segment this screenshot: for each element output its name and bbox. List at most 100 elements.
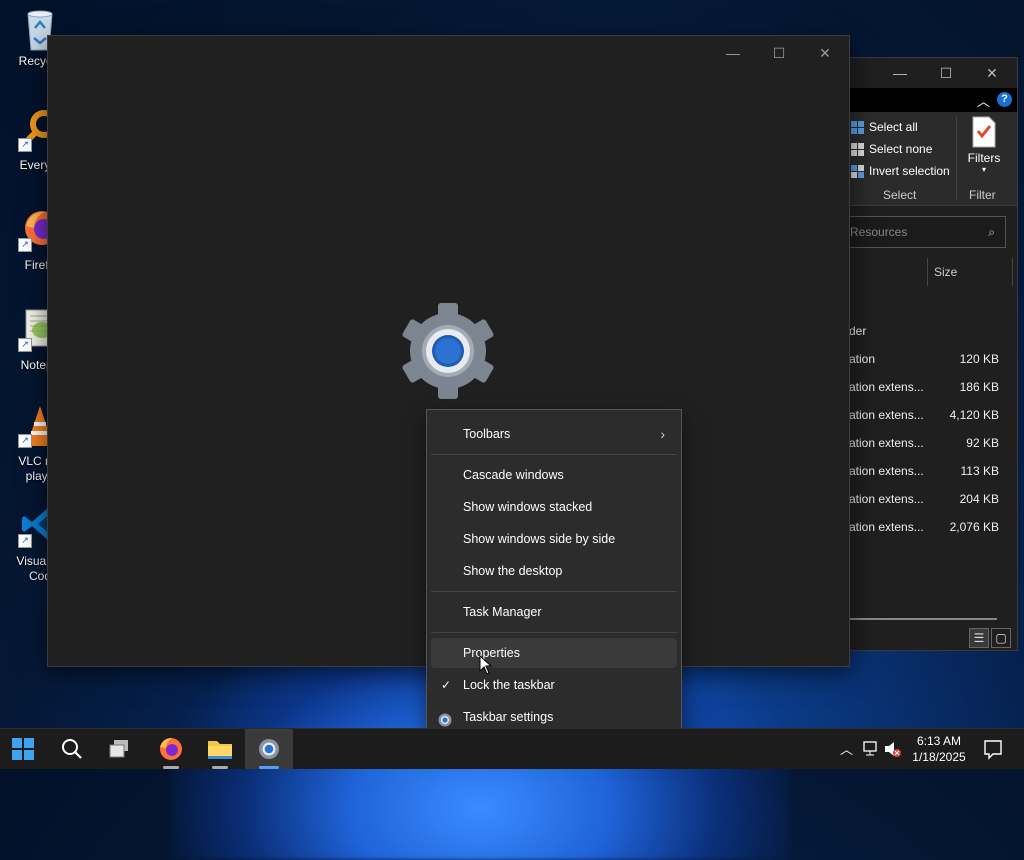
list-item[interactable]: ation extens... 4,120 KB [849, 401, 1009, 429]
close-button[interactable]: ✕ [802, 38, 848, 68]
column-header-size[interactable]: Size [927, 258, 1013, 286]
maximize-button[interactable]: ☐ [756, 38, 802, 68]
list-item[interactable]: ation extens... 204 KB [849, 485, 1009, 513]
menu-item-toolbars[interactable]: Toolbars › [431, 419, 677, 449]
windows-logo-icon [12, 738, 34, 760]
start-button[interactable] [0, 729, 48, 769]
dropdown-arrow-icon: ▾ [981, 165, 986, 174]
select-none-button[interactable]: Select none [849, 139, 932, 159]
select-all-label: Select all [869, 120, 918, 134]
invert-selection-label: Invert selection [869, 164, 950, 178]
minimize-button[interactable]: — [710, 38, 756, 68]
size-header-label: Size [934, 265, 958, 279]
clock-date: 1/18/2025 [912, 750, 966, 764]
menu-separator [431, 454, 677, 455]
menu-item-properties[interactable]: Properties [431, 638, 677, 668]
menu-item-label: Lock the taskbar [463, 678, 555, 692]
menu-item-lock-the-taskbar[interactable]: ✓ Lock the taskbar [431, 670, 677, 700]
volume-muted-icon[interactable] [882, 729, 904, 769]
clock[interactable]: 6:13 AM 1/18/2025 [905, 733, 973, 765]
list-item[interactable]: ation 120 KB [849, 345, 1009, 373]
chevron-up-icon[interactable]: ︿ [977, 91, 990, 110]
chevron-up-icon: ︿ [840, 742, 854, 757]
menu-item-show-windows-side-by-side[interactable]: Show windows side by side [431, 524, 677, 554]
file-size: 4,120 KB [949, 408, 999, 422]
menu-item-label: Cascade windows [463, 468, 564, 482]
settings-gear-icon [398, 303, 498, 399]
shortcut-arrow-icon: ↗ [18, 338, 32, 352]
help-icon[interactable]: ? [997, 92, 1012, 107]
ribbon-tab-bar: ︿ ? [849, 88, 1017, 112]
file-size: 113 KB [960, 464, 999, 478]
file-name: ation extens... [849, 492, 924, 506]
chevron-right-icon: › [660, 426, 665, 442]
file-explorer-window[interactable]: — ☐ ✕ ︿ ? Select all Select none Invert … [845, 57, 1018, 651]
menu-separator [431, 632, 677, 633]
menu-item-task-manager[interactable]: Task Manager [431, 597, 677, 627]
explorer-titlebar[interactable]: — ☐ ✕ [849, 58, 1017, 88]
menu-item-cascade-windows[interactable]: Cascade windows [431, 460, 677, 490]
menu-separator [431, 591, 677, 592]
file-name: ation extens... [849, 380, 924, 394]
invert-selection-icon [851, 165, 864, 178]
search-icon [62, 739, 82, 759]
ribbon: Select all Select none Invert selection … [849, 112, 1017, 206]
taskbar-firefox[interactable] [147, 729, 195, 769]
mouse-pointer-icon [479, 654, 493, 675]
select-all-button[interactable]: Select all [849, 117, 918, 137]
ribbon-group-select-label: Select [883, 188, 917, 202]
file-size: 2,076 KB [949, 520, 999, 534]
file-name: ation extens... [849, 408, 924, 422]
search-button[interactable] [48, 729, 96, 769]
network-icon[interactable] [860, 729, 882, 769]
notification-icon [984, 740, 1002, 760]
taskbar[interactable]: ︿ 6:13 AM 1/18/2025 [0, 728, 1024, 769]
details-view-icon: ☰ [973, 631, 985, 645]
search-icon: ⌕ [988, 225, 995, 239]
large-icons-view-icon: ▢ [995, 631, 1007, 645]
filters-label: Filters [967, 151, 1001, 165]
select-all-icon [851, 121, 864, 134]
ribbon-divider [956, 116, 957, 200]
list-item[interactable]: ation extens... 113 KB [849, 457, 1009, 485]
taskbar-context-menu: Toolbars › Cascade windows Show windows … [426, 409, 682, 743]
file-name: der [849, 324, 867, 338]
notifications-button[interactable] [978, 729, 1008, 769]
file-size: 186 KB [959, 380, 999, 394]
list-item[interactable]: ation extens... 92 KB [849, 429, 1009, 457]
clock-time: 6:13 AM [916, 734, 962, 748]
file-name: ation [849, 352, 876, 366]
select-none-icon [851, 143, 864, 156]
select-none-label: Select none [869, 142, 933, 156]
file-size: 204 KB [959, 492, 999, 506]
filters-button[interactable]: Filters ▾ [961, 116, 1007, 178]
minimize-button[interactable]: — [877, 58, 923, 88]
details-view-button[interactable]: ☰ [969, 628, 989, 648]
file-name: ation extens... [849, 436, 924, 450]
large-icons-view-button[interactable]: ▢ [991, 628, 1011, 648]
menu-item-label: Taskbar settings [463, 710, 554, 724]
menu-item-label: Show the desktop [463, 564, 563, 578]
menu-item-show-windows-stacked[interactable]: Show windows stacked [431, 492, 677, 522]
menu-item-show-the-desktop[interactable]: Show the desktop [431, 556, 677, 586]
file-name: ation extens... [849, 464, 924, 478]
close-button[interactable]: ✕ [969, 58, 1015, 88]
task-view-button[interactable] [97, 729, 145, 769]
shortcut-arrow-icon: ↗ [18, 534, 32, 548]
invert-selection-button[interactable]: Invert selection [849, 161, 950, 181]
show-hidden-icons-button[interactable]: ︿ [838, 729, 856, 769]
list-item[interactable]: der [849, 317, 1009, 345]
file-size: 120 KB [959, 352, 999, 366]
task-view-icon [109, 740, 128, 758]
file-size: 92 KB [966, 436, 999, 450]
list-item[interactable]: ation extens... 186 KB [849, 373, 1009, 401]
search-input[interactable]: Resources ⌕ [845, 216, 1006, 248]
menu-item-label: Show windows stacked [463, 500, 593, 514]
settings-gear-icon [259, 739, 279, 759]
list-item[interactable]: ation extens... 2,076 KB [849, 513, 1009, 541]
maximize-button[interactable]: ☐ [923, 58, 969, 88]
folder-icon [208, 741, 232, 759]
horizontal-scrollbar[interactable] [849, 618, 997, 620]
taskbar-file-explorer[interactable] [196, 729, 244, 769]
taskbar-settings[interactable] [245, 729, 293, 769]
